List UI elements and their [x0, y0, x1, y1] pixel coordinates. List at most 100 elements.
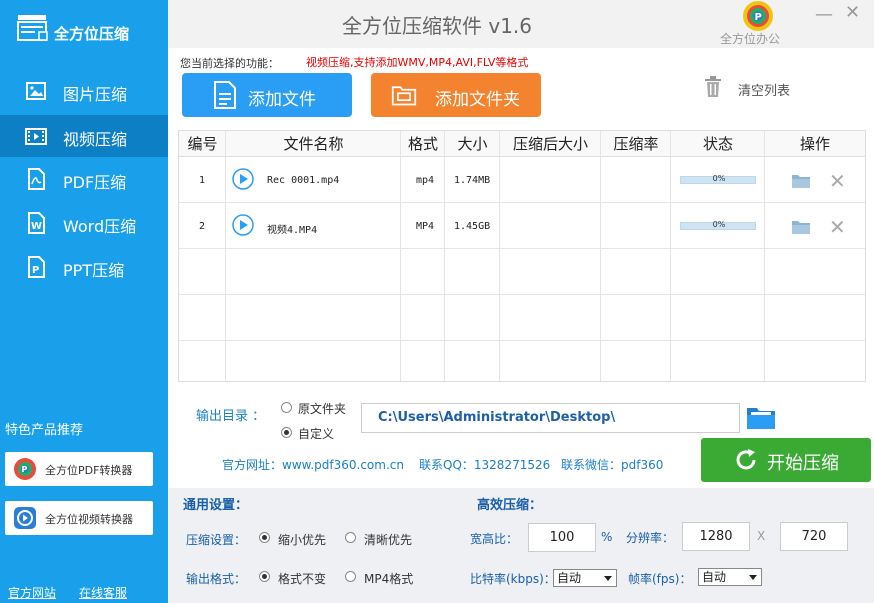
aspect-ratio-input[interactable]: 100 — [528, 523, 596, 552]
nav-item-image-compress[interactable]: 图片压缩 — [0, 70, 168, 112]
clear-list-button[interactable]: 清空列表 — [738, 80, 790, 99]
play-icon[interactable] — [232, 214, 254, 236]
clearer-first-label: 清晰优先 — [364, 533, 413, 547]
cell-size: 1.74MB — [454, 175, 491, 186]
resolution-separator: X — [757, 529, 766, 543]
nav-label: PDF压缩 — [63, 173, 127, 192]
cell-size: 1.45GB — [454, 221, 491, 232]
pdf-icon — [28, 168, 45, 190]
svg-text:P: P — [32, 265, 39, 276]
pdf-converter-icon: P — [14, 458, 36, 480]
col-divider — [179, 131, 226, 381]
radio-smaller-first[interactable] — [259, 532, 270, 543]
cell-format: mp4 — [416, 175, 435, 186]
image-icon — [26, 82, 46, 100]
product-video-converter[interactable]: 全方位视频转换器 — [5, 501, 153, 535]
contact-qq: 联系QQ：1328271526 — [419, 458, 551, 472]
play-icon[interactable] — [232, 168, 254, 190]
logo: 全方位压缩 — [0, 0, 168, 68]
sidebar: 全方位压缩 图片压缩 视频压缩 PDF压缩 W Word压缩 P PPT压缩 特… — [0, 0, 168, 603]
col-divider — [445, 131, 500, 381]
radio-custom-folder[interactable] — [281, 427, 292, 438]
progress-bar: 0% — [680, 174, 756, 184]
svg-text:W: W — [31, 221, 42, 232]
cell-format: MP4 — [416, 221, 435, 232]
fps-label: 帧率(fps)： — [628, 572, 692, 586]
chevron-down-icon — [749, 575, 757, 580]
efficient-compress-title: 高效压缩： — [477, 498, 543, 513]
product-label: 全方位视频转换器 — [45, 513, 133, 526]
nav-item-pdf-compress[interactable]: PDF压缩 — [0, 158, 168, 200]
progress-text: 0% — [712, 174, 726, 183]
radio-mp4-format[interactable] — [345, 571, 356, 582]
online-service-link[interactable]: 在线客服 — [79, 584, 127, 601]
radio-original-folder[interactable] — [281, 402, 292, 413]
cell-filename: 视频4.MP4 — [267, 225, 318, 236]
nav-item-ppt-compress[interactable]: P PPT压缩 — [0, 246, 168, 288]
fps-value: 自动 — [702, 570, 727, 584]
nav-label: Word压缩 — [63, 217, 137, 236]
nav-item-word-compress[interactable]: W Word压缩 — [0, 202, 168, 244]
logo-text: 全方位压缩 — [54, 25, 130, 43]
open-folder-icon[interactable] — [791, 219, 811, 235]
mp4-format-label: MP4格式 — [364, 572, 414, 586]
nav-label: PPT压缩 — [63, 261, 125, 280]
bitrate-select[interactable]: 自动 — [553, 569, 617, 587]
general-settings-title: 通用设置： — [183, 498, 249, 513]
col-divider — [401, 131, 445, 381]
keep-format-label: 格式不变 — [278, 572, 327, 586]
chevron-down-icon — [604, 576, 612, 581]
folder-logo-icon — [17, 15, 48, 41]
start-compress-button[interactable]: 开始压缩 — [701, 438, 871, 482]
smaller-first-label: 缩小优先 — [278, 533, 327, 547]
output-path-field[interactable]: C:\Users\Administrator\Desktop\ — [361, 403, 740, 433]
row-divider — [179, 340, 865, 341]
percent-unit: % — [601, 530, 613, 544]
original-folder-label: 原文件夹 — [298, 402, 347, 416]
product-pdf-converter[interactable]: P 全方位PDF转换器 — [5, 452, 153, 486]
trash-icon[interactable] — [703, 76, 723, 98]
brand-name: 全方位办公 — [720, 32, 781, 46]
bitrate-value: 自动 — [557, 571, 582, 585]
open-folder-icon[interactable] — [791, 173, 811, 189]
row-divider — [179, 248, 865, 249]
cell-number: 2 — [199, 221, 206, 232]
video-icon — [25, 128, 47, 145]
add-file-button[interactable]: 添加文件 — [182, 73, 352, 117]
svg-text:P: P — [755, 12, 762, 23]
progress-bar: 0% — [680, 220, 756, 230]
output-format-label: 输出格式： — [186, 572, 247, 586]
function-label: 您当前选择的功能： — [180, 57, 279, 70]
file-icon — [214, 81, 236, 109]
word-icon: W — [28, 212, 45, 234]
aspect-ratio-label: 宽高比： — [470, 532, 519, 546]
compress-setting-label: 压缩设置： — [186, 533, 247, 547]
folder-icon — [391, 86, 417, 106]
fps-select[interactable]: 自动 — [698, 568, 762, 586]
ppt-icon: P — [28, 256, 45, 278]
col-divider — [601, 131, 671, 381]
progress-text: 0% — [712, 220, 726, 229]
resolution-width-input[interactable]: 1280 — [682, 522, 750, 551]
radio-keep-format[interactable] — [259, 571, 270, 582]
add-folder-button[interactable]: 添加文件夹 — [371, 73, 541, 117]
resolution-height-input[interactable]: 720 — [780, 522, 848, 551]
bitrate-label: 比特率(kbps)： — [470, 572, 556, 586]
radio-clearer-first[interactable] — [345, 532, 356, 543]
browse-folder-icon[interactable] — [745, 405, 777, 431]
row-divider — [179, 294, 865, 295]
official-website-link[interactable]: 官方网站 — [8, 584, 56, 601]
remove-icon[interactable]: ✕ — [829, 215, 846, 239]
app-title: 全方位压缩软件 v1.6 — [342, 14, 532, 38]
add-file-label: 添加文件 — [248, 90, 316, 110]
resolution-label: 分辨率： — [626, 531, 675, 545]
contact-website: 官方网址：www.pdf360.com.cn — [222, 458, 404, 472]
close-button[interactable]: ✕ — [845, 2, 860, 23]
cell-number: 1 — [199, 175, 206, 186]
nav-item-video-compress[interactable]: 视频压缩 — [0, 115, 168, 157]
minimize-button[interactable]: — — [815, 4, 833, 25]
col-header-action: 操作 — [765, 131, 865, 157]
col-divider — [671, 131, 765, 381]
nav-label: 图片压缩 — [63, 85, 128, 104]
remove-icon[interactable]: ✕ — [829, 169, 846, 193]
